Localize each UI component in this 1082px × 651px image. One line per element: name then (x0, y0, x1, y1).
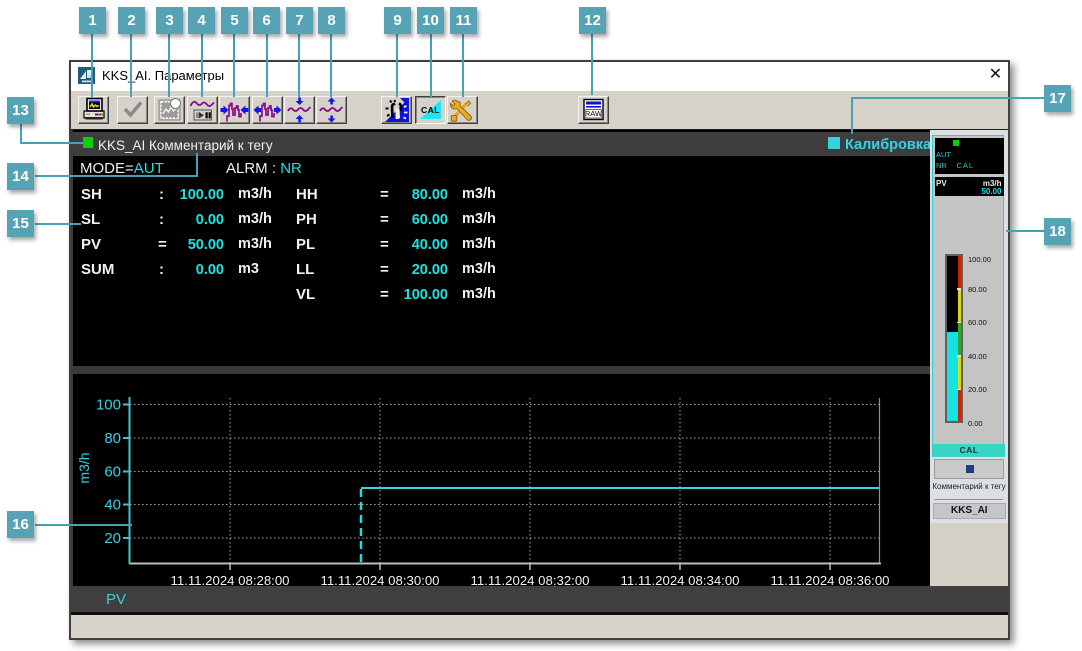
svg-text:m3/h: m3/h (76, 452, 92, 483)
svg-text:100: 100 (96, 397, 121, 414)
svg-text:20: 20 (104, 530, 121, 547)
svg-text:11.11.2024 08:34:00: 11.11.2024 08:34:00 (620, 573, 739, 586)
svg-text:11.11.2024 08:28:00: 11.11.2024 08:28:00 (170, 573, 289, 586)
svg-text:40: 40 (104, 497, 121, 514)
svg-text:11.11.2024 08:30:00: 11.11.2024 08:30:00 (320, 573, 439, 586)
svg-text:11.11.2024 08:32:00: 11.11.2024 08:32:00 (470, 573, 589, 586)
svg-text:60: 60 (104, 464, 121, 481)
svg-text:CAL: CAL (421, 105, 440, 115)
svg-text:11.11.2024 08:36:00: 11.11.2024 08:36:00 (770, 573, 889, 586)
svg-text:80: 80 (104, 430, 121, 447)
svg-text:RAW: RAW (585, 109, 603, 118)
